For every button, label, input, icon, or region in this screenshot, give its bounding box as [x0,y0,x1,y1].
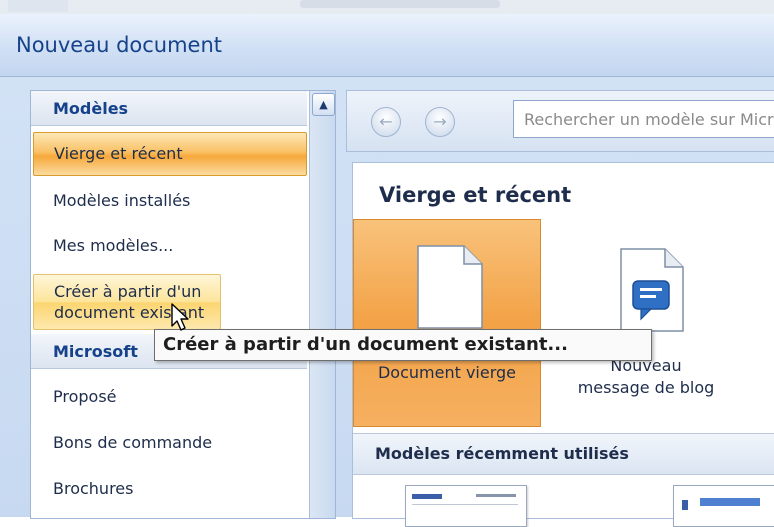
background-window-strip [0,0,774,15]
sidebar-item-label: Bons de commande [53,433,213,452]
forward-arrow-icon[interactable]: → [425,107,455,137]
tooltip-text: Créer à partir d'un document existant... [163,334,568,355]
sidebar-item-propose[interactable]: Proposé [33,376,305,418]
templates-main-panel: ← → Vierge et récent Document vierge [346,90,774,527]
dialog-titlebar[interactable]: Nouveau document [0,14,774,77]
blog-post-icon [620,248,684,332]
tile-label: Document vierge [377,363,517,382]
sidebar-item-brochures[interactable]: Brochures [33,468,305,510]
sidebar-item-bons-de-commande[interactable]: Bons de commande [33,422,305,464]
sidebar-item-label: Proposé [53,387,117,406]
scroll-up-icon[interactable]: ▲ [312,93,335,116]
search-box[interactable] [513,100,774,138]
tile-label-line2: message de blog [577,378,715,397]
content-title: Vierge et récent [379,183,572,207]
sidebar-header-label: Modèles [53,99,129,118]
template-tile-nouveau-message-de-blog[interactable]: Nouveau message de blog [553,219,739,425]
sidebar-scrollbar[interactable]: ▲ [309,91,335,518]
blank-document-icon [417,245,483,329]
navigation-toolbar: ← → [346,90,774,152]
background-toolbar-block [300,0,500,8]
background-toolbar-block [8,0,68,12]
recent-templates-header: Modèles récemment utilisés [353,433,774,475]
sidebar-header-modeles: Modèles [31,91,307,126]
sidebar-section-label: Microsoft [53,342,138,361]
sidebar-item-vierge-et-recent[interactable]: Vierge et récent [33,132,307,176]
sidebar-item-label: Mes modèles... [53,236,174,255]
recent-templates-label: Modèles récemment utilisés [375,444,629,463]
sidebar-item-creer-a-partir[interactable]: Créer à partir d'un document existant [33,274,221,330]
sidebar-item-label: Brochures [53,479,134,498]
recent-template-thumbnail[interactable] [673,485,774,527]
template-tile-document-vierge[interactable]: Document vierge [353,219,541,427]
sidebar-item-modeles-installes[interactable]: Modèles installés [33,180,305,222]
sidebar-item-label: Vierge et récent [54,144,183,163]
sidebar-item-label: Modèles installés [53,191,191,210]
search-input[interactable] [514,101,774,137]
dialog-title: Nouveau document [16,33,223,57]
recent-template-thumbnail[interactable] [405,485,527,527]
sidebar-item-mes-modeles[interactable]: Mes modèles... [33,225,305,267]
tooltip: Créer à partir d'un document existant... [154,329,652,361]
mouse-pointer-icon [171,303,189,331]
new-document-dialog: Nouveau document Modèles Vierge et récen… [0,14,774,527]
back-arrow-icon[interactable]: ← [371,107,401,137]
